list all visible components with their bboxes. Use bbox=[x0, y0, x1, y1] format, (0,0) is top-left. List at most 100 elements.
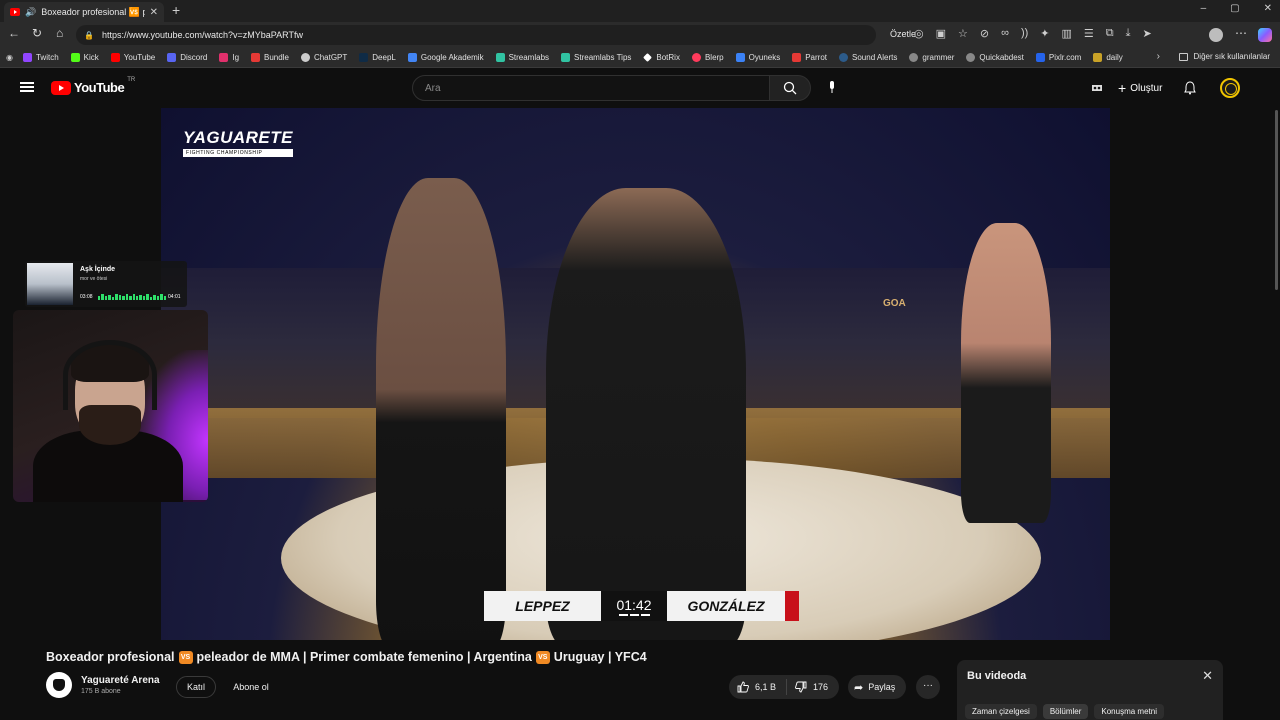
corner-color-marker bbox=[785, 591, 799, 621]
fighter-right-name: GONZÁLEZ bbox=[667, 591, 785, 621]
instagram-icon bbox=[219, 53, 229, 62]
create-button[interactable]: + Oluştur bbox=[1118, 80, 1162, 96]
browser-tab-bar: 🔊 Boxeador profesional 🆚 pe ✕ + – ▢ ✕ bbox=[0, 0, 1280, 22]
collections-icon[interactable]: ⧉ bbox=[1106, 27, 1114, 40]
globe-icon bbox=[966, 53, 976, 62]
bookmark-deepl[interactable]: DeepL bbox=[359, 53, 396, 62]
bookmark-daily[interactable]: daily bbox=[1093, 53, 1123, 62]
thumbs-up-icon bbox=[737, 681, 749, 693]
channel-avatar[interactable] bbox=[46, 672, 72, 698]
kick-icon bbox=[70, 53, 80, 62]
bundle-icon bbox=[251, 53, 261, 62]
video-title: Boxeador profesional VS peleador de MMA … bbox=[46, 650, 647, 664]
chevron-right-icon[interactable]: › bbox=[1157, 51, 1160, 62]
bookmark-streamlabs[interactable]: Streamlabs bbox=[495, 53, 549, 62]
bookmark-oyuneks[interactable]: Oyuneks bbox=[735, 53, 780, 62]
browser-toolbar: ◎ ▣ ☆ ⊘ ∞ )) ✦ ▥ ☰ ⧉ ⤓ ➤ bbox=[914, 27, 1152, 40]
back-icon[interactable]: ← bbox=[8, 26, 20, 40]
tracking-icon[interactable]: ⊘ bbox=[980, 27, 989, 40]
bookmark-grammer[interactable]: grammer bbox=[909, 53, 954, 62]
tab-chapters[interactable]: Bölümler bbox=[1042, 704, 1089, 719]
youtube-logo[interactable]: YouTube TR bbox=[51, 77, 135, 95]
close-panel-icon[interactable]: ✕ bbox=[1202, 668, 1213, 684]
bookmark-google-akademik[interactable]: Google Akademik bbox=[407, 53, 484, 62]
bookmark-bundle[interactable]: Bundle bbox=[251, 53, 289, 62]
bookmark-pixlr[interactable]: Pixlr.com bbox=[1035, 53, 1081, 62]
tab-timeline[interactable]: Zaman çizelgesi bbox=[965, 704, 1037, 719]
other-bookmarks[interactable]: Diğer sık kullanılanlar bbox=[1178, 52, 1270, 61]
tab-title: Boxeador profesional 🆚 pe bbox=[41, 6, 145, 17]
bookmarks-toggle-icon[interactable]: ◉ bbox=[6, 53, 13, 62]
bookmark-sound-alerts[interactable]: Sound Alerts bbox=[839, 53, 897, 62]
maximize-button[interactable]: ▢ bbox=[1230, 3, 1239, 14]
download-icon[interactable]: ⤓ bbox=[1126, 27, 1131, 40]
join-button[interactable]: Katıl bbox=[176, 676, 216, 698]
url-text: https://www.youtube.com/watch?v=zMYbaPAR… bbox=[101, 30, 303, 40]
search-icon bbox=[783, 81, 797, 95]
home-icon[interactable]: ⌂ bbox=[56, 26, 63, 40]
extension-icon[interactable]: ▣ bbox=[936, 27, 946, 40]
chatgpt-icon bbox=[300, 53, 310, 62]
share-browser-icon[interactable]: ➤ bbox=[1143, 27, 1152, 40]
bookmarks-bar: ◉ Twitch Kick YouTube Discord Ig Bundle … bbox=[0, 48, 1280, 68]
subscribe-button[interactable]: Abone ol bbox=[224, 676, 278, 698]
notifications-bell-icon[interactable] bbox=[1184, 81, 1197, 95]
menu-dots-icon[interactable]: ⋯ bbox=[1235, 26, 1247, 40]
new-tab-button[interactable]: + bbox=[172, 2, 180, 18]
in-this-video-panel: Bu videoda ✕ Zaman çizelgesi Bölümler Ko… bbox=[957, 660, 1223, 720]
like-dislike-group: 6,1 B 176 bbox=[729, 675, 839, 699]
song-title: Aşk İçinde bbox=[80, 266, 116, 273]
pixlr-icon bbox=[1035, 53, 1045, 62]
menu-icon[interactable] bbox=[20, 82, 34, 92]
extension-game-icon[interactable] bbox=[1090, 81, 1104, 95]
bookmark-botrix[interactable]: BotRix bbox=[643, 53, 680, 62]
minimize-button[interactable]: – bbox=[1201, 3, 1207, 14]
read-aloud-icon[interactable]: )) bbox=[1021, 27, 1028, 40]
bookmark-kick[interactable]: Kick bbox=[70, 53, 99, 62]
close-window-button[interactable]: ✕ bbox=[1264, 3, 1272, 14]
glasses-icon[interactable]: ∞ bbox=[1001, 27, 1009, 40]
fighter-left-name: LEPPEZ bbox=[484, 591, 601, 621]
favorites-icon[interactable]: ☰ bbox=[1084, 27, 1094, 40]
share-button[interactable]: ➦ Paylaş bbox=[848, 675, 906, 699]
bookmark-youtube[interactable]: YouTube bbox=[110, 53, 155, 62]
bookmark-discord[interactable]: Discord bbox=[167, 53, 207, 62]
search-button[interactable] bbox=[769, 75, 811, 101]
close-tab-icon[interactable]: ✕ bbox=[150, 7, 158, 18]
profile-avatar[interactable] bbox=[1209, 28, 1223, 42]
star-icon[interactable]: ☆ bbox=[958, 27, 968, 40]
bookmark-chatgpt[interactable]: ChatGPT bbox=[300, 53, 347, 62]
webcam-overlay bbox=[13, 310, 208, 502]
bookmark-streamlabs-tips[interactable]: Streamlabs Tips bbox=[561, 53, 631, 62]
youtube-play-icon bbox=[51, 80, 71, 95]
page-scrollbar[interactable] bbox=[1274, 108, 1279, 720]
copilot-icon[interactable] bbox=[1258, 28, 1272, 42]
bookmark-blerp[interactable]: Blerp bbox=[691, 53, 724, 62]
more-actions-button[interactable]: ··· bbox=[916, 675, 940, 699]
browser-tab[interactable]: 🔊 Boxeador profesional 🆚 pe ✕ bbox=[4, 2, 164, 22]
account-avatar[interactable] bbox=[1220, 78, 1241, 98]
summarize-icon[interactable]: ◎ bbox=[914, 27, 924, 40]
split-screen-icon[interactable]: ▥ bbox=[1062, 27, 1072, 40]
video-player[interactable]: GOA YAGUARETE FIGHTING CHAMPIONSHIP LEPP… bbox=[161, 108, 1110, 640]
referee-figure bbox=[546, 188, 746, 640]
channel-name[interactable]: Yaguareté Arena bbox=[81, 675, 160, 686]
bookmark-parrot[interactable]: Parrot bbox=[792, 53, 827, 62]
fight-clock: 01:42 bbox=[601, 591, 667, 621]
search-input[interactable] bbox=[425, 82, 769, 94]
globe-icon bbox=[909, 53, 919, 62]
mic-icon[interactable] bbox=[828, 81, 836, 93]
url-field[interactable]: 🔒 https://www.youtube.com/watch?v=zMYbaP… bbox=[76, 25, 876, 45]
like-button[interactable]: 6,1 B bbox=[729, 679, 787, 695]
bookmark-ig[interactable]: Ig bbox=[219, 53, 239, 62]
bookmark-twitch[interactable]: Twitch bbox=[22, 53, 59, 62]
speaker-icon[interactable]: 🔊 bbox=[25, 7, 36, 18]
google-scholar-icon bbox=[407, 53, 417, 62]
scrollbar-thumb[interactable] bbox=[1275, 110, 1278, 290]
dislike-button[interactable]: 176 bbox=[787, 681, 828, 693]
tab-transcript[interactable]: Konuşma metni bbox=[1094, 704, 1164, 719]
refresh-icon[interactable]: ↻ bbox=[32, 26, 42, 40]
puzzle-icon[interactable]: ✦ bbox=[1040, 27, 1049, 40]
summarize-button[interactable]: Özetle bbox=[890, 29, 916, 39]
bookmark-quickabdest[interactable]: Quickabdest bbox=[966, 53, 1024, 62]
